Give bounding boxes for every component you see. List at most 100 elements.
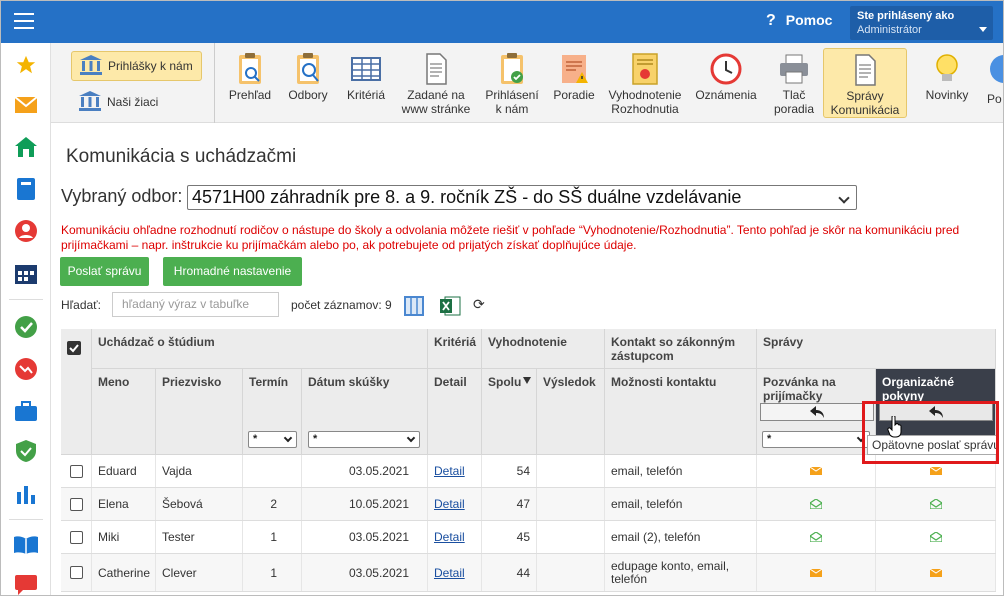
- toolbar-more-label: Po: [987, 92, 1002, 106]
- chevron-down-icon: [979, 27, 987, 32]
- select-all-checkbox[interactable]: [67, 341, 81, 355]
- envelope-open-icon[interactable]: [810, 499, 822, 509]
- toolbar-print-ranking-label: Tlač poradia: [773, 88, 815, 116]
- toolbar-news-button[interactable]: Novinky: [921, 48, 973, 118]
- row-checkbox-cell: [61, 455, 92, 487]
- column-last-name[interactable]: Priezvisko: [156, 369, 243, 455]
- refresh-icon[interactable]: ⟳: [473, 297, 487, 311]
- chat-icon[interactable]: [14, 573, 38, 595]
- toolbar-evaluation-button[interactable]: Vyhodnotenie Rozhodnutia: [605, 48, 685, 118]
- send-message-button[interactable]: Poslať správu: [60, 257, 149, 286]
- toolbar-print-ranking-button[interactable]: Tlač poradia: [767, 48, 821, 118]
- exam-date-filter[interactable]: *: [308, 431, 420, 448]
- lightbulb-icon: [930, 52, 964, 86]
- open-book-icon[interactable]: [14, 533, 38, 557]
- cell-exam-date: 03.05.2021: [302, 521, 428, 553]
- toolbar-criteria-label: Kritériá: [346, 88, 385, 102]
- toolbar-overview-button[interactable]: Prehľad: [221, 48, 279, 118]
- excel-icon[interactable]: [439, 295, 461, 317]
- help-link[interactable]: ? Pomoc: [766, 12, 832, 30]
- envelope-closed-icon[interactable]: [929, 466, 942, 476]
- column-total[interactable]: Spolu: [482, 369, 537, 455]
- hamburger-menu-icon[interactable]: [14, 13, 34, 30]
- briefcase-icon[interactable]: [14, 399, 38, 423]
- search-input[interactable]: hľadaný výraz v tabuľke: [112, 292, 279, 317]
- table-row[interactable]: Catherine Clever 1 03.05.2021 Detail 44 edupag…: [61, 554, 996, 592]
- invitation-filter[interactable]: *: [762, 431, 870, 448]
- cell-total-text: 54: [516, 464, 530, 478]
- toolbar-applications-button[interactable]: Prihlášky k nám: [71, 51, 202, 81]
- row-checkbox[interactable]: [69, 497, 83, 511]
- check-icon[interactable]: [14, 315, 38, 339]
- cell-total-text: 47: [516, 497, 530, 511]
- toolbar-criteria-button[interactable]: Kritériá: [341, 48, 391, 118]
- toolbar-applications-label: Prihlášky k nám: [108, 59, 193, 73]
- toolbar-more-button[interactable]: Po: [979, 48, 1003, 118]
- star-icon[interactable]: [14, 53, 38, 77]
- cell-detail: Detail: [428, 455, 482, 487]
- bar-chart-icon[interactable]: [14, 483, 38, 507]
- chart-down-icon[interactable]: [14, 357, 38, 381]
- home-icon[interactable]: [14, 135, 38, 159]
- row-checkbox[interactable]: [69, 566, 83, 579]
- column-first-name[interactable]: Meno: [92, 369, 156, 455]
- envelope-closed-icon[interactable]: [810, 568, 822, 578]
- cell-detail-text[interactable]: Detail: [434, 464, 465, 478]
- resend-invitation-button[interactable]: [760, 403, 874, 421]
- cell-contact-text: email (2), telefón: [611, 529, 701, 544]
- envelope-closed-icon[interactable]: [929, 568, 942, 578]
- toolbar-notifications-button[interactable]: Oznámenia: [693, 48, 759, 118]
- applicants-table: Uchádzač o štúdium Kritériá Vyhodnotenie…: [61, 329, 996, 595]
- cell-detail-text[interactable]: Detail: [434, 497, 465, 511]
- toolbar-web-submitted-button[interactable]: Zadané na www stránke: [397, 48, 475, 118]
- table-row[interactable]: Miki Tester 1 03.05.2021 Detail 45 email (2), …: [61, 521, 996, 554]
- clock-icon: [709, 52, 743, 86]
- cell-term: [243, 455, 302, 487]
- field-select[interactable]: 4571H00 záhradník pre 8. a 9. ročník ZŠ …: [187, 185, 857, 210]
- toolbar-ranking-button[interactable]: Poradie: [549, 48, 599, 118]
- envelope-open-icon[interactable]: [929, 499, 942, 509]
- book-icon[interactable]: [14, 177, 38, 201]
- row-checkbox[interactable]: [69, 464, 83, 478]
- row-checkbox[interactable]: [69, 530, 83, 544]
- cell-term-text: 1: [270, 565, 277, 580]
- column-exam-date[interactable]: Dátum skúšky *: [302, 369, 428, 455]
- table-row[interactable]: Eduard Vajda 03.05.2021 Detail 54 email, tele…: [61, 455, 996, 488]
- toolbar-fields-button[interactable]: Odbory: [283, 48, 333, 118]
- envelope-open-icon[interactable]: [810, 532, 822, 542]
- mail-icon[interactable]: [14, 93, 38, 117]
- document-icon: [419, 52, 453, 86]
- calendar-icon[interactable]: [14, 261, 38, 285]
- cell-last-name-text: Clever: [162, 565, 197, 580]
- bulk-settings-button[interactable]: Hromadné nastavenie: [163, 257, 302, 286]
- cell-total: 54: [482, 455, 537, 487]
- page-title: Komunikácia s uchádzačmi: [66, 146, 297, 167]
- columns-icon[interactable]: [404, 296, 424, 316]
- user-menu[interactable]: Ste prihlásený ako Administrátor: [850, 6, 993, 40]
- person-icon[interactable]: [14, 219, 38, 243]
- toolbar-registered-button[interactable]: Prihlásení k nám: [481, 48, 543, 118]
- toolbar-our-pupils-button[interactable]: Naši žiaci: [71, 87, 166, 117]
- cell-detail-text[interactable]: Detail: [434, 566, 465, 580]
- toolbar-notifications-label: Oznámenia: [695, 88, 757, 102]
- field-select-label: Vybraný odbor:: [61, 186, 183, 206]
- term-filter[interactable]: *: [248, 431, 297, 448]
- cell-detail: Detail: [428, 554, 482, 591]
- cell-invitation-status: [757, 521, 876, 553]
- column-org-instructions-label: Organizačné pokyny: [882, 375, 955, 403]
- shield-check-icon[interactable]: [14, 439, 38, 463]
- invitation-filter-value: *: [767, 433, 772, 445]
- toolbar-messages-button[interactable]: Správy Komunikácia: [823, 48, 907, 118]
- user-role: Administrátor: [857, 24, 922, 36]
- cell-org-status: [876, 521, 996, 553]
- cell-first-name-text: Eduard: [98, 464, 137, 478]
- chevron-down-icon: [838, 192, 850, 204]
- envelope-closed-icon[interactable]: [810, 466, 822, 476]
- column-term[interactable]: Termín *: [243, 369, 302, 455]
- toolbar-evaluation-label: Vyhodnotenie Rozhodnutia: [608, 88, 682, 116]
- cell-detail-text[interactable]: Detail: [434, 530, 465, 544]
- envelope-open-icon[interactable]: [929, 532, 942, 542]
- column-invitation-label: Pozvánka na prijímačky: [763, 375, 836, 403]
- column-result[interactable]: Výsledok: [537, 369, 605, 455]
- table-row[interactable]: Elena Šebová 2 10.05.2021 Detail 47 email, tel…: [61, 488, 996, 521]
